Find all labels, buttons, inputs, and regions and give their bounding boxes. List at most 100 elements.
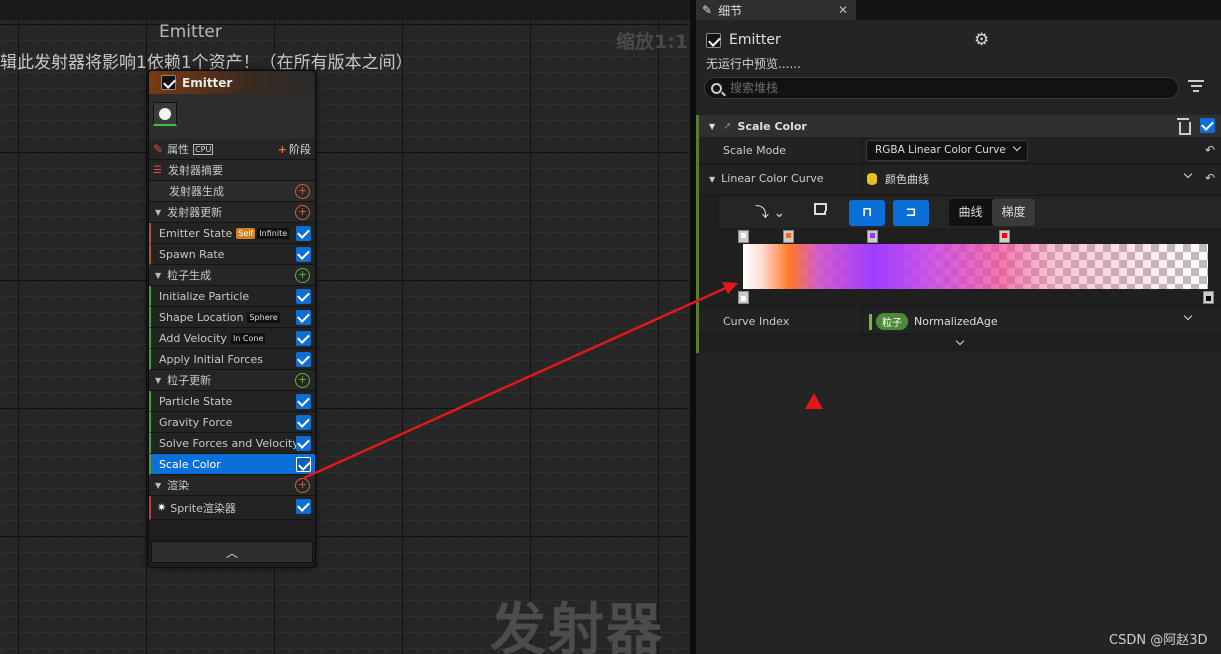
gradient-stop-top[interactable] <box>738 230 749 243</box>
details-tab[interactable]: ✎ 细节 ✕ <box>696 0 856 20</box>
details-panel: ✎ 细节 ✕ Emitter ⚙ 无运行中预览...... ▼ ➚ Scale … <box>696 0 1221 654</box>
section-header[interactable]: ▼ ➚ Scale Color <box>699 115 1221 137</box>
details-body: Emitter ⚙ 无运行中预览...... ▼ ➚ Scale Color S… <box>696 20 1221 654</box>
module-row-selected[interactable]: Scale Color <box>149 454 315 475</box>
module-row[interactable]: Particle State <box>149 391 315 412</box>
collapse-triangle-icon[interactable]: ▼ <box>155 271 161 280</box>
section-enable-checkbox[interactable] <box>1200 118 1215 133</box>
module-tag: Self <box>236 227 256 239</box>
filter-icon[interactable] <box>1188 80 1204 95</box>
gradient-stop-top[interactable] <box>783 230 794 243</box>
fit-dropdown-icon[interactable]: ⤵ ⌄ <box>755 202 785 222</box>
particle-update-row[interactable]: ▼ 粒子更新 + <box>149 370 315 391</box>
emitter-spawn-row[interactable]: 发射器生成 + <box>149 181 315 202</box>
module-label: Initialize Particle <box>159 289 250 303</box>
view-mode-toggle: 曲线 梯度 <box>949 199 1035 226</box>
collapse-triangle-icon[interactable]: ▼ <box>155 481 161 490</box>
emitter-enable-checkbox[interactable] <box>706 32 721 48</box>
chevron-down-icon[interactable] <box>1183 311 1193 321</box>
node-header[interactable]: Emitter <box>149 71 315 94</box>
tab-gradient[interactable]: 梯度 <box>992 199 1035 226</box>
particle-spawn-row[interactable]: ▼ 粒子生成 + <box>149 265 315 286</box>
module-enable-checkbox[interactable] <box>296 436 311 451</box>
add-stage-button[interactable]: + 阶段 <box>278 141 311 157</box>
add-module-icon[interactable]: + <box>295 373 310 388</box>
show-more-row[interactable] <box>699 336 1221 353</box>
collapse-triangle-icon[interactable]: ▼ <box>155 376 161 385</box>
open-external-icon[interactable] <box>814 203 827 215</box>
gradient-stop-bottom[interactable] <box>738 291 749 304</box>
module-enable-checkbox[interactable] <box>296 394 311 409</box>
properties-row[interactable]: ✎ 属性 CPU + 阶段 <box>149 139 315 160</box>
fit-horizontal-icon: ⊓ <box>861 205 873 220</box>
emitter-node[interactable]: Emitter ✎ 属性 CPU + 阶段 ☰ 发射器摘要 发射器生成 + ▼ 发… <box>148 70 316 568</box>
gradient-stop-top[interactable] <box>999 230 1010 243</box>
module-icon: ➚ <box>723 120 732 132</box>
curve-index-binding[interactable]: 粒子 NormalizedAge <box>869 313 998 330</box>
chevron-down-icon <box>1012 142 1022 152</box>
reset-icon[interactable]: ↶ <box>1205 171 1215 185</box>
module-enable-checkbox[interactable] <box>296 226 311 241</box>
gear-icon[interactable]: ⚙ <box>974 30 989 50</box>
csdn-watermark: CSDN @阿赵3D <box>1109 633 1208 648</box>
gradient-editor[interactable] <box>719 228 1221 308</box>
fit-horizontal-button[interactable]: ⊓ <box>849 200 885 226</box>
module-label: Solve Forces and Velocity <box>159 436 299 450</box>
add-module-icon[interactable]: + <box>295 184 310 199</box>
emitter-name: Emitter <box>729 32 781 48</box>
database-icon <box>867 173 877 185</box>
module-row[interactable]: Gravity Force <box>149 412 315 433</box>
module-enable-checkbox[interactable] <box>296 331 311 346</box>
module-row[interactable]: Spawn Rate <box>149 244 315 265</box>
module-enable-checkbox[interactable] <box>296 247 311 262</box>
gradient-bar[interactable] <box>743 244 1208 289</box>
graph-canvas[interactable]: Emitter 缩放1:1 辑此发射器将影响1依赖1个资产！（在所有版本之间） … <box>0 0 690 654</box>
renderer-enable-checkbox[interactable] <box>296 499 311 514</box>
module-row[interactable]: Add Velocity In Cone <box>149 328 315 349</box>
collapse-triangle-icon[interactable]: ▼ <box>709 122 715 131</box>
module-enable-checkbox[interactable] <box>296 289 311 304</box>
module-label: Add Velocity <box>159 331 227 345</box>
module-enable-checkbox[interactable] <box>296 457 311 472</box>
tab-curve[interactable]: 曲线 <box>949 199 992 226</box>
fit-vertical-button[interactable]: ⊐ <box>893 200 929 226</box>
search-icon <box>711 82 722 94</box>
gradient-stop-bottom[interactable] <box>1203 291 1214 304</box>
lcc-value: 颜色曲线 <box>885 173 929 186</box>
render-row[interactable]: ▼ 渲染 + <box>149 475 315 496</box>
add-module-icon[interactable]: + <box>295 205 310 220</box>
scale-mode-dropdown[interactable]: RGBA Linear Color Curve <box>866 140 1028 161</box>
add-renderer-icon[interactable]: + <box>295 478 310 493</box>
particle-spawn-label: 粒子生成 <box>167 269 212 282</box>
emitter-summary-row[interactable]: ☰ 发射器摘要 <box>149 160 315 181</box>
module-row[interactable]: Emitter State Self Infinite <box>149 223 315 244</box>
module-row[interactable]: Solve Forces and Velocity <box>149 433 315 454</box>
emitter-thumbnail[interactable] <box>153 102 177 126</box>
module-enable-checkbox[interactable] <box>296 415 311 430</box>
chevron-down-icon[interactable] <box>1183 169 1193 179</box>
trash-icon[interactable] <box>1177 118 1191 135</box>
module-row[interactable]: Shape Location Sphere <box>149 307 315 328</box>
module-enable-checkbox[interactable] <box>296 310 311 325</box>
module-enable-checkbox[interactable] <box>296 352 311 367</box>
curve-toolbar: ⤵ ⌄ ⊓ ⊐ 曲线 梯度 <box>719 196 1221 228</box>
fit-vertical-icon: ⊐ <box>905 205 917 220</box>
emitter-enable-checkbox[interactable] <box>161 75 176 90</box>
gradient-stop-top[interactable] <box>867 230 878 243</box>
emitter-update-row[interactable]: ▼ 发射器更新 + <box>149 202 315 223</box>
reset-icon[interactable]: ↶ <box>1205 143 1215 157</box>
collapse-triangle-icon[interactable]: ▼ <box>155 208 161 217</box>
add-module-icon[interactable]: + <box>295 268 310 283</box>
render-label: 渲染 <box>167 479 190 492</box>
plus-icon: + <box>277 143 287 156</box>
module-row[interactable]: Initialize Particle <box>149 286 315 307</box>
lcc-asset[interactable]: 颜色曲线 <box>867 171 929 187</box>
renderer-row[interactable]: ✷ Sprite渲染器 <box>149 496 315 520</box>
collapse-node-button[interactable]: ︿ <box>151 541 313 563</box>
lcc-label-wrap[interactable]: ▼ Linear Color Curve <box>709 172 824 185</box>
search-input[interactable] <box>730 81 1160 95</box>
close-icon[interactable]: ✕ <box>838 3 848 17</box>
search-box[interactable] <box>704 77 1179 99</box>
pencil-icon: ✎ <box>153 142 164 156</box>
module-row[interactable]: Apply Initial Forces <box>149 349 315 370</box>
